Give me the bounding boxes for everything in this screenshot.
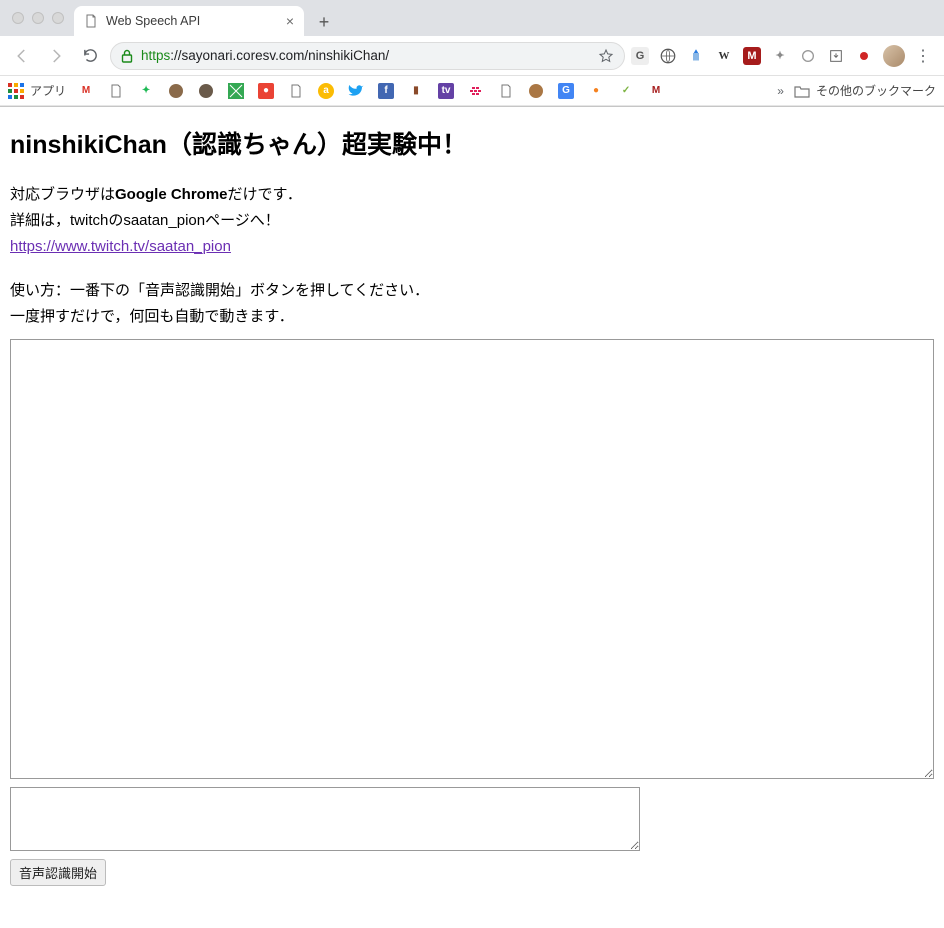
bookmark-icon[interactable] xyxy=(288,83,304,99)
bookmark-icon[interactable] xyxy=(228,83,244,99)
folder-icon xyxy=(794,84,810,98)
bookmark-icon[interactable] xyxy=(498,83,514,99)
usage-line-2: 一度押すだけで，何回も自動で動きます． xyxy=(10,305,934,329)
text: だけです． xyxy=(228,186,302,203)
bookmark-list: M ✦ ● a f ▮ tv G ● ✓ M xyxy=(78,83,765,99)
page-heading: ninshikiChan（認識ちゃん）超実験中！ xyxy=(10,125,934,161)
tab-close-icon[interactable]: × xyxy=(286,13,294,29)
bookmark-icon[interactable]: M xyxy=(78,83,94,99)
window-controls xyxy=(8,0,74,36)
window-close-button[interactable] xyxy=(12,12,24,24)
page-favicon-icon xyxy=(84,14,98,28)
page-content: ninshikiChan（認識ちゃん）超実験中！ 対応ブラウザはGoogle C… xyxy=(0,107,944,896)
url-path: ://sayonari.coresv.com/ninshikiChan/ xyxy=(170,48,389,63)
extension-icon[interactable] xyxy=(659,47,677,65)
interim-output-textarea[interactable] xyxy=(10,787,640,851)
bookmark-icon[interactable]: ✓ xyxy=(618,83,634,99)
extension-icon[interactable] xyxy=(827,47,845,65)
extension-icon[interactable] xyxy=(799,47,817,65)
extension-icon[interactable]: M xyxy=(743,47,761,65)
apps-label: アプリ xyxy=(30,82,66,99)
detail-line: 詳細は，twitchのsaatan_pionページへ！ xyxy=(10,209,934,233)
tab-title: Web Speech API xyxy=(106,14,278,28)
window-zoom-button[interactable] xyxy=(52,12,64,24)
extension-icon[interactable]: ✦ xyxy=(771,47,789,65)
bookmark-icon[interactable] xyxy=(528,83,544,99)
browser-tab[interactable]: Web Speech API × xyxy=(74,6,304,36)
tab-strip: Web Speech API × + xyxy=(0,0,944,36)
bookmark-icon[interactable]: ▮ xyxy=(408,83,424,99)
url-text: https://sayonari.coresv.com/ninshikiChan… xyxy=(141,48,389,63)
twitch-link-line: https://www.twitch.tv/saatan_pion xyxy=(10,235,934,259)
text: 対応ブラウザは xyxy=(10,186,115,203)
bookmark-icon[interactable]: f xyxy=(378,83,394,99)
apps-grid-icon xyxy=(8,83,24,99)
other-bookmarks-label: その他のブックマーク xyxy=(816,82,936,99)
extensions-row: G W M ✦ ⋮ xyxy=(631,45,936,67)
other-bookmarks-folder[interactable]: その他のブックマーク xyxy=(794,82,936,99)
reload-button[interactable] xyxy=(76,42,104,70)
bookmark-icon[interactable]: ● xyxy=(258,83,274,99)
bookmark-star-icon[interactable] xyxy=(598,48,614,64)
start-recognition-button[interactable]: 音声認識開始 xyxy=(10,859,106,886)
back-button[interactable] xyxy=(8,42,36,70)
bookmark-icon[interactable] xyxy=(348,83,364,99)
usage-line-1: 使い方：一番下の「音声認識開始」ボタンを押してください． xyxy=(10,279,934,303)
twitch-link[interactable]: https://www.twitch.tv/saatan_pion xyxy=(10,238,231,255)
browser-chrome: Web Speech API × + https://sayonari.core… xyxy=(0,0,944,107)
bookmark-icon[interactable] xyxy=(468,83,484,99)
bookmark-icon[interactable]: ● xyxy=(588,83,604,99)
extension-icon[interactable] xyxy=(687,47,705,65)
bookmark-icon[interactable] xyxy=(168,83,184,99)
bookmark-icon[interactable]: M xyxy=(648,83,664,99)
bookmark-icon[interactable] xyxy=(108,83,124,99)
bookmark-icon[interactable]: tv xyxy=(438,83,454,99)
extension-icon[interactable]: G xyxy=(631,47,649,65)
bookmark-icon[interactable]: a xyxy=(318,83,334,99)
forward-button[interactable] xyxy=(42,42,70,70)
url-scheme: https xyxy=(141,48,170,63)
bookmark-icon[interactable]: G xyxy=(558,83,574,99)
bookmark-overflow: » その他のブックマーク xyxy=(777,82,936,99)
extension-icon[interactable]: W xyxy=(715,47,733,65)
apps-shortcut[interactable]: アプリ xyxy=(8,82,66,99)
new-tab-button[interactable]: + xyxy=(310,8,338,36)
bookmark-overflow-button[interactable]: » xyxy=(777,84,784,98)
address-bar[interactable]: https://sayonari.coresv.com/ninshikiChan… xyxy=(110,42,625,70)
lock-icon xyxy=(121,49,133,63)
bookmark-icon[interactable] xyxy=(198,83,214,99)
extension-icon[interactable] xyxy=(855,47,873,65)
bookmark-icon[interactable]: ✦ xyxy=(138,83,154,99)
bookmarks-bar: アプリ M ✦ ● a f ▮ tv G ● ✓ M » xyxy=(0,76,944,106)
recognition-output-textarea[interactable] xyxy=(10,339,934,779)
supported-browser-line: 対応ブラウザはGoogle Chromeだけです． xyxy=(10,183,934,207)
text-bold: Google Chrome xyxy=(115,186,228,203)
chrome-menu-button[interactable]: ⋮ xyxy=(915,46,932,66)
window-minimize-button[interactable] xyxy=(32,12,44,24)
toolbar: https://sayonari.coresv.com/ninshikiChan… xyxy=(0,36,944,76)
profile-avatar[interactable] xyxy=(883,45,905,67)
